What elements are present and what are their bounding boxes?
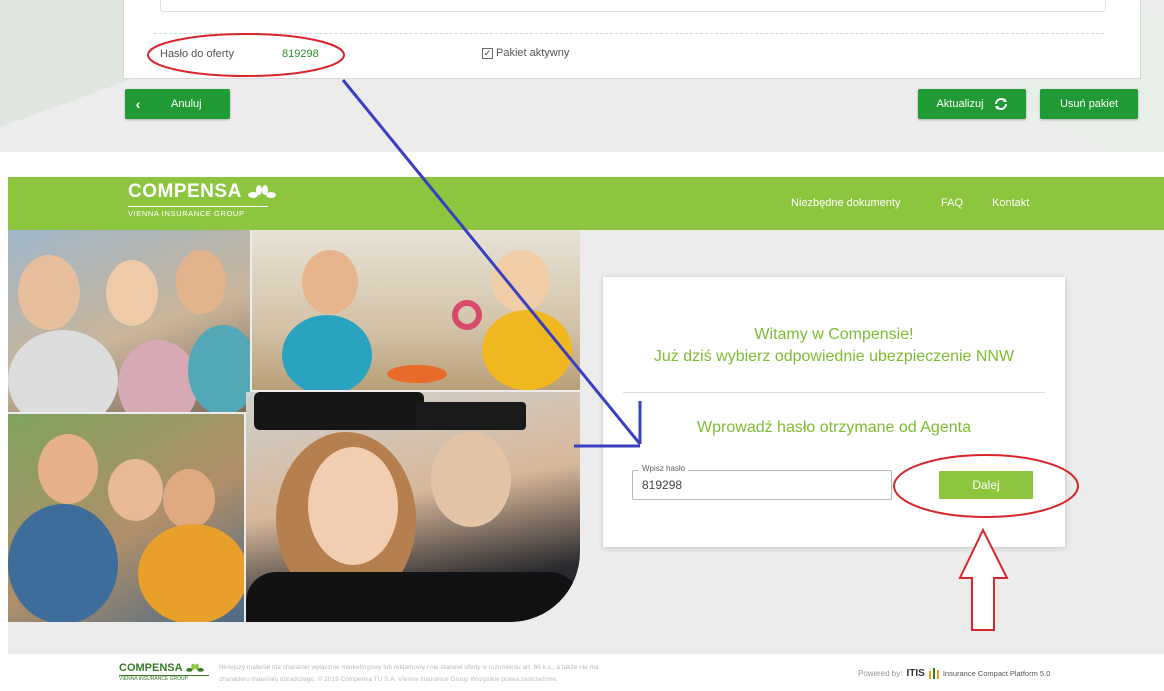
footer: COMPENSA VIENNA INSURANCE GROUP Niniejsz… bbox=[0, 654, 1164, 691]
update-button[interactable]: Aktualizuj bbox=[918, 89, 1026, 119]
refresh-icon bbox=[994, 98, 1007, 110]
offer-password-value: 819298 bbox=[282, 48, 319, 60]
itis-logo: ITIS bbox=[906, 668, 925, 679]
photo-graduates bbox=[246, 392, 580, 622]
nav-contact-link[interactable]: Kontakt bbox=[992, 197, 1029, 209]
next-button[interactable]: Dalej bbox=[939, 471, 1033, 499]
footer-logo[interactable]: COMPENSA VIENNA INSURANCE GROUP bbox=[119, 662, 209, 682]
cancel-button[interactable]: ‹ Anuluj bbox=[125, 89, 230, 119]
powered-by: Powered by: ITIS Insurance Compact Platf… bbox=[858, 668, 1051, 679]
nav-documents-link[interactable]: Niezbędne dokumenty bbox=[791, 197, 900, 209]
offer-password-label: Hasło do oferty bbox=[160, 48, 234, 60]
delete-package-button[interactable]: Usuń pakiet bbox=[1040, 89, 1138, 119]
login-card: Witamy w Compensie! Już dziś wybierz odp… bbox=[603, 277, 1065, 547]
compensa-flower-logo-icon bbox=[247, 185, 276, 198]
compensa-flower-logo-icon bbox=[185, 663, 204, 672]
photo-toddlers bbox=[252, 230, 580, 390]
photo-children bbox=[8, 230, 250, 412]
nav-faq-link[interactable]: FAQ bbox=[941, 197, 963, 209]
package-active-checkbox[interactable]: ✓ Pakiet aktywny bbox=[482, 47, 569, 59]
password-input[interactable] bbox=[633, 471, 891, 499]
hero-photo-collage bbox=[8, 230, 580, 622]
welcome-title: Witamy w Compensie! bbox=[754, 326, 914, 343]
package-active-label: Pakiet aktywny bbox=[496, 47, 570, 59]
photo-teens bbox=[8, 414, 244, 622]
chevron-left-icon: ‹ bbox=[135, 96, 141, 112]
password-field[interactable]: Wpisz hasło bbox=[632, 464, 892, 500]
footer-disclaimer: Niniejszy materiał ma charakter wyłączni… bbox=[219, 664, 599, 683]
checkbox-checked-icon[interactable]: ✓ bbox=[482, 47, 493, 59]
itis-bars-icon bbox=[928, 668, 939, 679]
divider bbox=[623, 392, 1045, 393]
package-edit-card: Hasło do oferty 819298 ✓ Pakiet aktywny bbox=[123, 0, 1141, 79]
compensa-logo[interactable]: COMPENSA VIENNA INSURANCE GROUP bbox=[128, 181, 276, 218]
password-prompt: Wprowadź hasło otrzymane od Agenta bbox=[697, 419, 971, 436]
welcome-subtitle: Już dziś wybierz odpowiednie ubezpieczen… bbox=[653, 348, 1015, 365]
